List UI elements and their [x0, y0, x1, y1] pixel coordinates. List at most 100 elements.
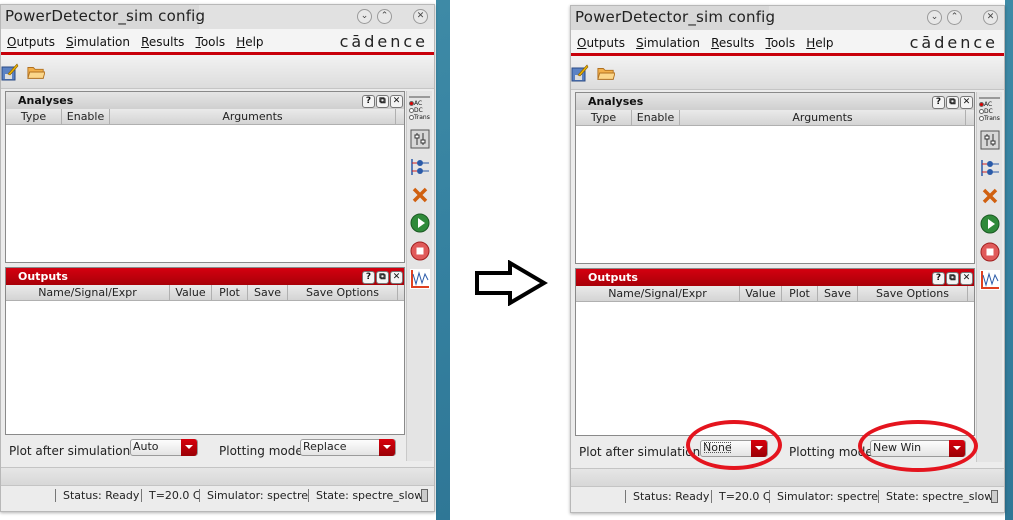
- analysis-sidebar: AC DC Trans: [406, 91, 432, 461]
- outputs-header: Outputs ? ⧉ ✕: [576, 269, 974, 286]
- maximize-button[interactable]: ⌃: [377, 9, 392, 24]
- column-header-arguments[interactable]: Arguments: [680, 110, 966, 125]
- close-panel-button[interactable]: ✕: [960, 96, 973, 109]
- delete-icon[interactable]: [980, 186, 1000, 206]
- menu-tools[interactable]: Tools: [766, 30, 796, 50]
- help-icon: ?: [935, 97, 942, 107]
- maximize-button[interactable]: ⌃: [947, 10, 962, 25]
- plot-options-row: Plot after simulation: Auto Plotting mod…: [5, 439, 405, 463]
- outputs-header: Outputs ? ⧉ ✕: [6, 268, 404, 285]
- help-icon: ?: [935, 273, 942, 283]
- help-button[interactable]: ?: [362, 95, 375, 108]
- menu-simulation[interactable]: Simulation: [66, 29, 130, 49]
- menu-outputs[interactable]: Outputs: [577, 30, 625, 50]
- column-header-name[interactable]: Name/Signal/Expr: [6, 285, 170, 300]
- radio-label: Trans: [414, 114, 430, 121]
- plotting-mode-select[interactable]: Replace: [300, 439, 396, 456]
- state-text: State: spectre_slow: [308, 489, 423, 502]
- close-panel-button[interactable]: ✕: [390, 95, 403, 108]
- outputs-table-body[interactable]: [576, 302, 974, 432]
- close-button[interactable]: ✕: [983, 10, 998, 25]
- column-header-value[interactable]: Value: [740, 286, 782, 301]
- run-icon[interactable]: [410, 213, 430, 233]
- column-header-save-options[interactable]: Save Options: [858, 286, 968, 301]
- column-header-type[interactable]: Type: [6, 109, 62, 124]
- mnemonic: S: [636, 36, 644, 50]
- close-button[interactable]: ✕: [413, 9, 428, 24]
- menu-label: ools: [200, 35, 226, 49]
- resize-grip[interactable]: [991, 490, 998, 503]
- tune-sliders-icon[interactable]: [980, 130, 1000, 150]
- menu-outputs[interactable]: Outputs: [7, 29, 55, 49]
- drag-handle[interactable]: [409, 96, 430, 98]
- column-header-enable[interactable]: Enable: [62, 109, 110, 124]
- menu-results[interactable]: Results: [711, 30, 754, 50]
- menu-help[interactable]: Help: [236, 29, 263, 49]
- float-button[interactable]: ⧉: [946, 272, 959, 285]
- highlight-plotting-mode: [858, 420, 978, 472]
- title-bar[interactable]: PowerDetector_sim config ⌄ ⌃ ✕: [571, 6, 1004, 30]
- column-header-save-options[interactable]: Save Options: [288, 285, 398, 300]
- restore-icon: ⧉: [949, 273, 956, 283]
- help-button[interactable]: ?: [362, 271, 375, 284]
- menu-label: elp: [815, 36, 834, 50]
- analyses-title: Analyses: [18, 94, 74, 107]
- resize-grip[interactable]: [421, 489, 428, 502]
- drag-handle[interactable]: [979, 97, 1000, 99]
- title-bar[interactable]: PowerDetector_sim config ⌄ ⌃ ✕: [1, 5, 434, 29]
- edit-save-icon[interactable]: [571, 64, 589, 82]
- column-header-type[interactable]: Type: [576, 110, 632, 125]
- float-button[interactable]: ⧉: [376, 271, 389, 284]
- radio-dc[interactable]: DC: [977, 108, 1002, 115]
- menu-tools[interactable]: Tools: [196, 29, 226, 49]
- radio-dc[interactable]: DC: [407, 107, 432, 114]
- column-header-value[interactable]: Value: [170, 285, 212, 300]
- column-header-save[interactable]: Save: [818, 286, 858, 301]
- help-button[interactable]: ?: [932, 96, 945, 109]
- analyses-title: Analyses: [588, 95, 644, 108]
- menu-simulation[interactable]: Simulation: [636, 30, 700, 50]
- minimize-button[interactable]: ⌄: [357, 9, 372, 24]
- minimize-icon: ⌄: [930, 12, 939, 22]
- netlist-icon[interactable]: [410, 157, 430, 177]
- column-header-arguments[interactable]: Arguments: [110, 109, 396, 124]
- netlist-icon[interactable]: [980, 158, 1000, 178]
- plot-waveform-icon[interactable]: [979, 270, 1000, 290]
- run-icon[interactable]: [980, 214, 1000, 234]
- column-header-save[interactable]: Save: [248, 285, 288, 300]
- radio-ac[interactable]: AC: [977, 101, 1002, 108]
- mnemonic: H: [236, 35, 246, 49]
- analyses-table-header: Type Enable Arguments: [6, 109, 404, 125]
- right-arrow-icon: [475, 260, 548, 306]
- float-button[interactable]: ⧉: [946, 96, 959, 109]
- open-folder-icon[interactable]: [27, 63, 45, 81]
- analyses-table-body[interactable]: [6, 125, 404, 260]
- plot-waveform-icon[interactable]: [409, 269, 430, 289]
- outputs-table-header: Name/Signal/Expr Value Plot Save Save Op…: [576, 286, 974, 302]
- close-panel-button[interactable]: ✕: [390, 271, 403, 284]
- column-header-plot[interactable]: Plot: [782, 286, 818, 301]
- minimize-button[interactable]: ⌄: [927, 10, 942, 25]
- stop-icon[interactable]: [980, 242, 1000, 262]
- stop-icon[interactable]: [410, 241, 430, 261]
- edit-save-icon[interactable]: [1, 63, 19, 81]
- menu-bar: Outputs Simulation Results Tools Help cā…: [1, 29, 434, 55]
- plot-after-select[interactable]: Auto: [130, 439, 198, 456]
- outputs-table-body[interactable]: [6, 301, 404, 431]
- menu-results[interactable]: Results: [141, 29, 184, 49]
- analyses-table-body[interactable]: [576, 126, 974, 261]
- column-header-plot[interactable]: Plot: [212, 285, 248, 300]
- radio-trans[interactable]: Trans: [977, 115, 1002, 122]
- float-button[interactable]: ⧉: [376, 95, 389, 108]
- menu-help[interactable]: Help: [806, 30, 833, 50]
- radio-ac[interactable]: AC: [407, 100, 432, 107]
- open-folder-icon[interactable]: [597, 64, 615, 82]
- tune-sliders-icon[interactable]: [410, 129, 430, 149]
- close-panel-button[interactable]: ✕: [960, 272, 973, 285]
- column-header-enable[interactable]: Enable: [632, 110, 680, 125]
- column-header-name[interactable]: Name/Signal/Expr: [576, 286, 740, 301]
- delete-icon[interactable]: [410, 185, 430, 205]
- temperature-text: T=20.0 C: [141, 489, 201, 502]
- radio-trans[interactable]: Trans: [407, 114, 432, 121]
- help-button[interactable]: ?: [932, 272, 945, 285]
